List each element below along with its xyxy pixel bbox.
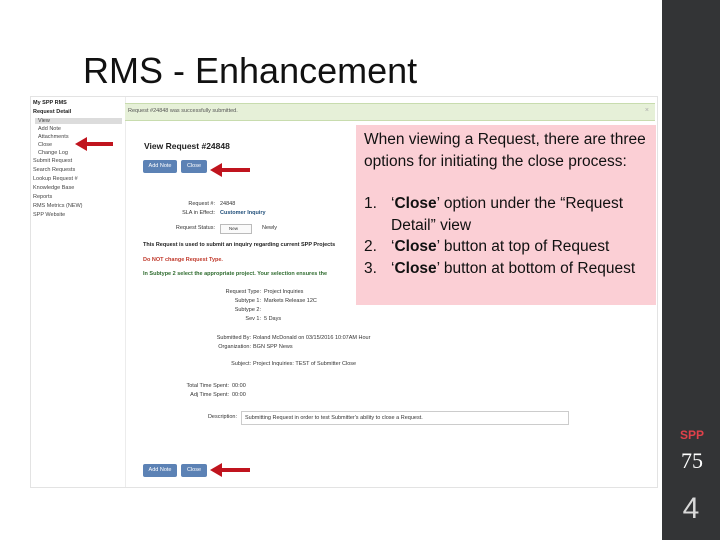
request-number-label: Request #: xyxy=(188,201,215,207)
sidebar-item-submit-request[interactable]: Submit Request xyxy=(33,158,72,164)
sidebar-item-my-spp-rms[interactable]: My SPP RMS xyxy=(33,100,67,106)
sidebar-item-rms-metrics[interactable]: RMS Metrics (NEW) xyxy=(33,203,83,209)
sev-label: Sev 1: xyxy=(245,316,261,322)
request-type-value: Project Inquiries xyxy=(264,289,304,295)
arrow-top-close-button-icon xyxy=(210,163,250,177)
sidebar-item-add-note[interactable]: Add Note xyxy=(38,126,61,132)
add-note-button-top[interactable]: Add Note xyxy=(143,160,177,173)
subtype1-value: Markets Release 12C xyxy=(264,298,317,304)
subtype1-label: Subtype 1: xyxy=(234,298,261,304)
sidebar-nav: My SPP RMS Request Detail View Add Note … xyxy=(31,97,126,487)
sidebar-item-lookup-request[interactable]: Lookup Request # xyxy=(33,176,78,182)
status-label: Request Status: xyxy=(175,225,215,231)
page-number: 4 xyxy=(682,492,700,525)
close-option-1: 1. ‘Close’ option under the “Request Deta… xyxy=(364,195,624,234)
status-select[interactable]: New xyxy=(220,224,252,234)
close-option-3: 3. ‘Close’ button at bottom of Request xyxy=(364,259,636,277)
adj-time-label: Adj Time Spent: xyxy=(190,392,229,398)
arrow-sidebar-close-icon xyxy=(75,137,113,151)
sla-label: SLA in Effect: xyxy=(182,210,215,216)
logo-brand: SPP xyxy=(679,428,704,442)
close-options-list: 1. ‘Close’ option under the “Request Deta… xyxy=(364,193,654,279)
organization-value: BGN SPP News xyxy=(253,344,293,350)
arrow-bottom-close-button-icon xyxy=(210,463,250,477)
organization-label: Organization: xyxy=(218,344,251,350)
subject-value: Project Inquiries: TEST of Submitter Clo… xyxy=(253,361,357,367)
sla-value: Customer Inquiry xyxy=(220,210,266,216)
instructions-callout: When viewing a Request, there are three … xyxy=(356,125,656,305)
adj-time-value: 00:00 xyxy=(232,392,246,398)
add-note-button-bottom[interactable]: Add Note xyxy=(143,464,177,477)
description-field[interactable]: Submitting Request in order to test Subm… xyxy=(241,411,569,425)
success-banner: Request #24848 was successfully submitte… xyxy=(125,103,655,121)
sidebar-item-close[interactable]: Close xyxy=(38,142,52,148)
total-time-value: 00:00 xyxy=(232,383,246,389)
status-note: Newly xyxy=(262,225,277,231)
close-button-top[interactable]: Close xyxy=(181,160,207,173)
logo-years: 75 xyxy=(681,448,703,473)
sidebar-item-change-log[interactable]: Change Log xyxy=(38,150,68,156)
page-title: View Request #24848 xyxy=(144,141,230,151)
description-value: Submitting Request in order to test Subm… xyxy=(245,415,423,421)
submitted-by-label: Submitted By: xyxy=(216,335,251,341)
sidebar-item-knowledge-base[interactable]: Knowledge Base xyxy=(33,185,74,191)
sidebar-item-view[interactable]: View xyxy=(35,118,122,124)
subtype-instruction: In Subtype 2 select the appropriate proj… xyxy=(143,271,328,277)
request-type-label: Request Type: xyxy=(225,289,261,295)
subtype2-label: Subtype 2: xyxy=(234,307,261,313)
total-time-label: Total Time Spent: xyxy=(186,383,230,389)
sidebar-item-search-requests[interactable]: Search Requests xyxy=(33,167,75,173)
status-value: New xyxy=(229,226,239,231)
close-button-bottom[interactable]: Close xyxy=(181,464,207,477)
close-option-2: 2. ‘Close’ button at top of Request xyxy=(364,238,610,255)
callout-intro: When viewing a Request, there are three … xyxy=(364,131,646,170)
request-number-value: 24848 xyxy=(220,201,236,207)
inquiry-line: This Request is used to submit an inquir… xyxy=(143,242,336,248)
sidebar-item-request-detail[interactable]: Request Detail xyxy=(33,109,71,115)
sev-value: 5 Days xyxy=(264,316,282,322)
slide-title: RMS - Enhancement xyxy=(83,50,418,91)
do-not-change-warning: Do NOT change Request Type. xyxy=(143,257,223,263)
close-icon[interactable]: × xyxy=(645,107,649,114)
submitted-by-value: Roland McDonald on 03/15/2016 10:07AM Ho… xyxy=(253,335,371,341)
sidebar-item-reports[interactable]: Reports xyxy=(33,194,52,200)
sidebar-item-attachments[interactable]: Attachments xyxy=(38,134,69,140)
success-message: Request #24848 was successfully submitte… xyxy=(128,108,238,114)
subject-label: Subject: xyxy=(231,361,251,367)
sidebar-item-spp-website[interactable]: SPP Website xyxy=(33,212,65,218)
spp-75-logo: SPP 75 xyxy=(670,428,714,480)
description-label: Description: xyxy=(207,414,237,420)
